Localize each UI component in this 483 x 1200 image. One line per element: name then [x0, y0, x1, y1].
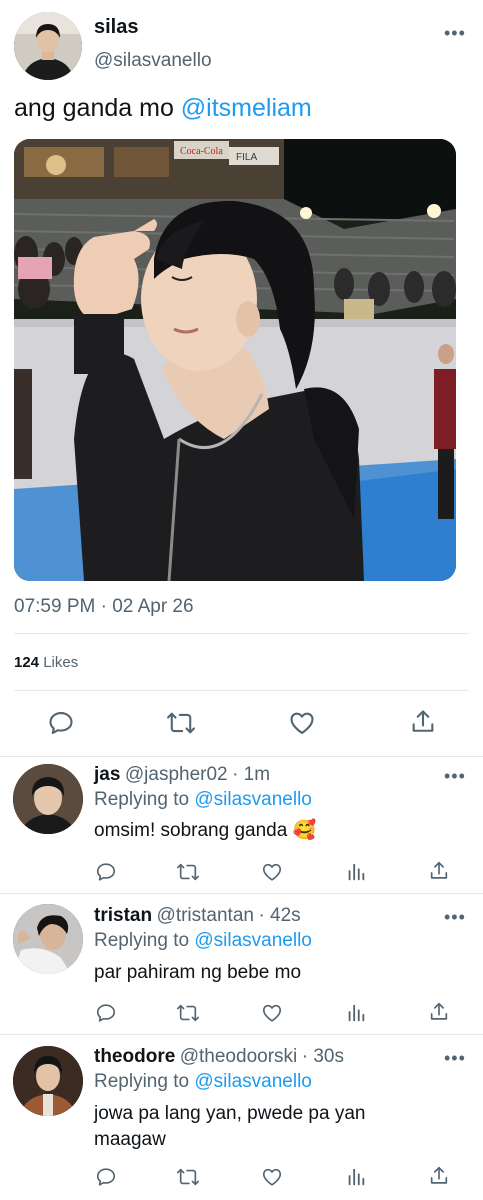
- share-icon[interactable]: [428, 1001, 450, 1023]
- replying-label: Replying to: [94, 789, 195, 810]
- reply-author-handle[interactable]: @tristantan: [157, 905, 254, 926]
- reply-text: jowa pa lang yan, pwede pa yan maagaw: [94, 1101, 365, 1153]
- replying-mention[interactable]: @silasvanello: [194, 930, 312, 951]
- more-icon[interactable]: •••: [444, 24, 466, 42]
- reply-text-body: omsim! sobrang ganda: [94, 820, 288, 841]
- reply-header: jas @jaspher02 · 1m: [94, 764, 270, 786]
- replying-to-line: Replying to @silasvanello: [94, 930, 312, 952]
- analytics-icon[interactable]: [345, 1002, 367, 1024]
- likes-label: Likes: [43, 654, 79, 671]
- mention-link[interactable]: @itsmeliam: [181, 94, 312, 122]
- smiling-face-hearts-emoji: 🥰: [292, 820, 317, 841]
- divider: [0, 1034, 483, 1035]
- reply-text: par pahiram ng bebe mo: [94, 962, 302, 983]
- like-icon[interactable]: [261, 1002, 283, 1024]
- reply-icon[interactable]: [95, 1002, 117, 1024]
- divider: [0, 756, 483, 757]
- analytics-icon[interactable]: [345, 861, 367, 883]
- replying-to-line: Replying to @silasvanello: [94, 1071, 312, 1093]
- reply-text-line: maagaw: [94, 1129, 166, 1150]
- reply-author-name[interactable]: jas: [94, 764, 120, 785]
- author-avatar[interactable]: [14, 12, 82, 80]
- reply-text: omsim! sobrang ganda 🥰: [94, 818, 316, 844]
- share-icon[interactable]: [409, 708, 437, 736]
- reply-avatar[interactable]: [13, 1046, 83, 1116]
- replying-to-line: Replying to @silasvanello: [94, 789, 312, 811]
- divider: [14, 690, 469, 691]
- like-icon[interactable]: [288, 709, 316, 737]
- like-icon[interactable]: [261, 1166, 283, 1188]
- share-icon[interactable]: [428, 860, 450, 882]
- retweet-icon[interactable]: [176, 1166, 200, 1188]
- reply-time[interactable]: · 30s: [302, 1046, 344, 1067]
- reply-time[interactable]: · 42s: [258, 905, 300, 926]
- reply-icon[interactable]: [47, 709, 75, 737]
- replying-mention[interactable]: @silasvanello: [194, 789, 312, 810]
- divider: [14, 633, 469, 634]
- reply-text-line: jowa pa lang yan, pwede pa yan: [94, 1103, 366, 1124]
- author-name[interactable]: silas: [94, 16, 138, 39]
- replying-label: Replying to: [94, 930, 195, 951]
- analytics-icon[interactable]: [345, 1166, 367, 1188]
- reply-author-handle[interactable]: @theodoorski: [180, 1046, 298, 1067]
- more-icon[interactable]: •••: [444, 1049, 466, 1067]
- share-icon[interactable]: [428, 1165, 450, 1187]
- more-icon[interactable]: •••: [444, 767, 466, 785]
- replying-mention[interactable]: @silasvanello: [194, 1071, 312, 1092]
- divider: [0, 893, 483, 894]
- tweet-text-body: ang ganda mo: [14, 94, 181, 122]
- reply-author-name[interactable]: tristan: [94, 905, 152, 926]
- reply-icon[interactable]: [95, 861, 117, 883]
- reply-header: tristan @tristantan · 42s: [94, 905, 301, 927]
- reply-time[interactable]: · 1m: [232, 764, 270, 785]
- likes-stat[interactable]: 124 Likes: [14, 654, 78, 671]
- reply-avatar[interactable]: [13, 764, 83, 834]
- tweet-photo[interactable]: Coca-Cola FILA: [14, 139, 456, 581]
- reply-icon[interactable]: [95, 1166, 117, 1188]
- reply-author-handle[interactable]: @jaspher02: [125, 764, 228, 785]
- replying-label: Replying to: [94, 1071, 195, 1092]
- tweet-text: ang ganda mo @itsmeliam: [14, 94, 312, 123]
- author-handle[interactable]: @silasvanello: [94, 50, 212, 72]
- reply-header: theodore @theodoorski · 30s: [94, 1046, 344, 1068]
- retweet-icon[interactable]: [166, 709, 196, 737]
- reply-avatar[interactable]: [13, 904, 83, 974]
- like-icon[interactable]: [261, 861, 283, 883]
- retweet-icon[interactable]: [176, 861, 200, 883]
- retweet-icon[interactable]: [176, 1002, 200, 1024]
- tweet-timestamp[interactable]: 07:59 PM · 02 Apr 26: [14, 596, 194, 618]
- likes-count: 124: [14, 654, 40, 671]
- more-icon[interactable]: •••: [444, 908, 466, 926]
- fila-sign: FILA: [236, 152, 257, 163]
- reply-author-name[interactable]: theodore: [94, 1046, 175, 1067]
- coca-cola-sign: Coca-Cola: [180, 146, 223, 157]
